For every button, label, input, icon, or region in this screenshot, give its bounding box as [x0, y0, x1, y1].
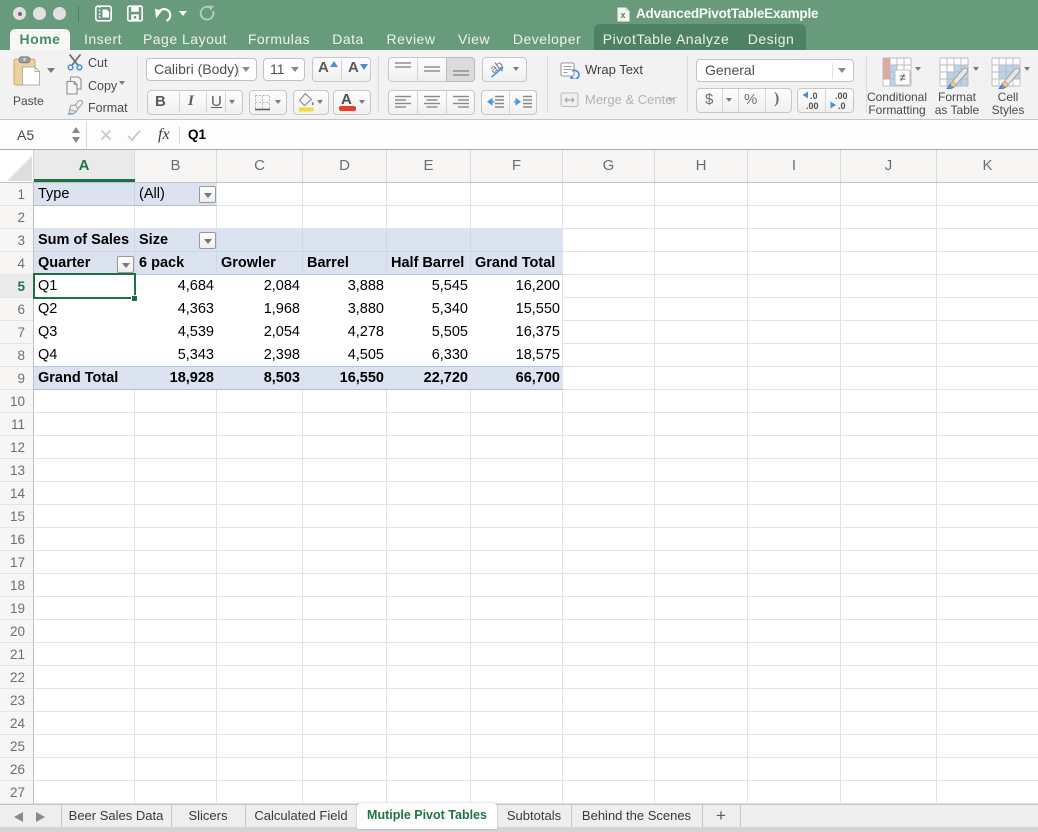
svg-text:.0: .0 — [810, 91, 818, 101]
svg-text:≠: ≠ — [899, 71, 906, 85]
svg-text:.00: .00 — [806, 101, 819, 111]
svg-text:.0: .0 — [838, 101, 846, 111]
svg-text:.00: .00 — [835, 91, 848, 101]
svg-text:x: x — [620, 10, 625, 20]
